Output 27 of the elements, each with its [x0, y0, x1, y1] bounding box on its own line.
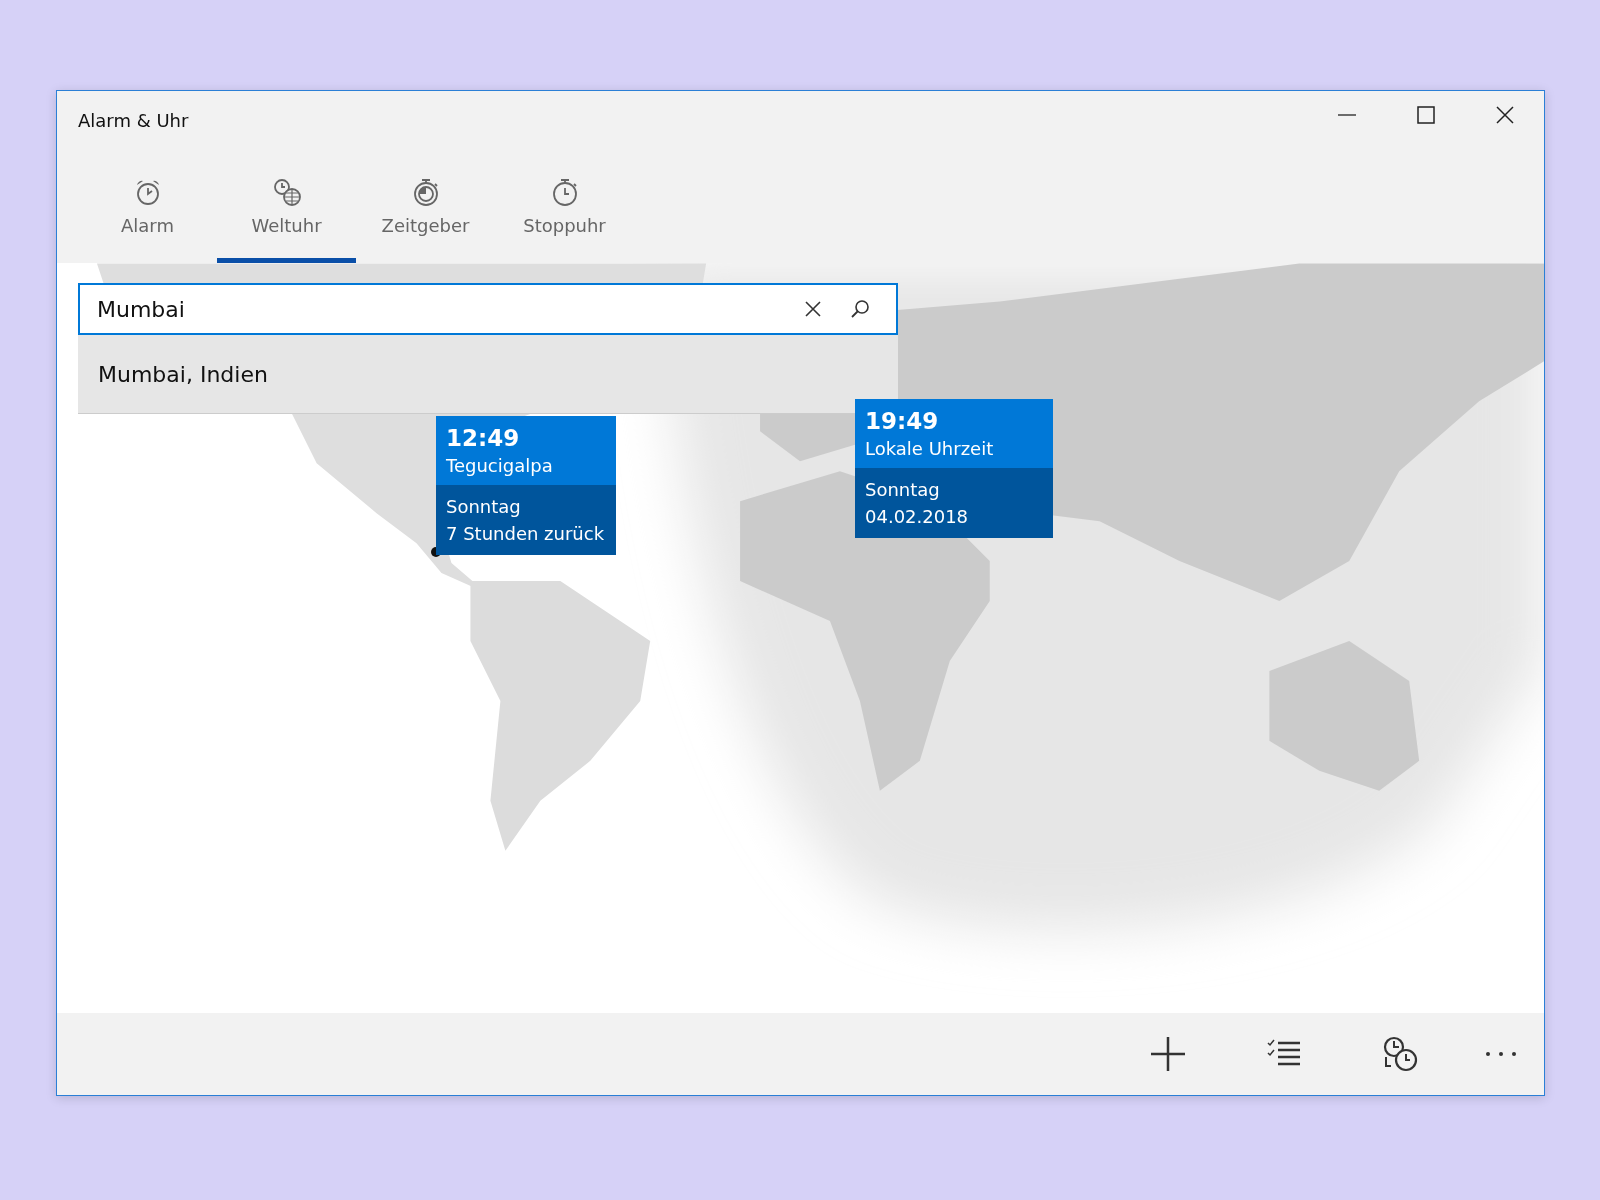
search-icon[interactable] — [849, 298, 871, 320]
clock-card[interactable]: 12:49 Tegucigalpa Sonntag 7 Stunden zurück — [436, 416, 616, 555]
clock-detail: 04.02.2018 — [865, 505, 970, 529]
window-title: Alarm & Uhr — [78, 109, 189, 131]
maximize-icon — [1416, 106, 1435, 124]
search-input[interactable]: Mumbai — [80, 296, 802, 322]
tab[interactable]: Stoppuhr — [495, 147, 634, 263]
city-name: Lokale Uhrzeit — [865, 437, 995, 461]
clock-detail: 7 Stunden zurück — [446, 522, 606, 546]
minimize-icon — [1337, 114, 1356, 116]
tab[interactable]: Weltuhr — [217, 147, 356, 263]
suggestion-item[interactable]: Mumbai, Indien — [78, 335, 898, 413]
weekday: Sonntag — [865, 478, 941, 502]
tab[interactable]: Alarm — [78, 147, 217, 263]
clock-card[interactable]: 19:49 Lokale Uhrzeit Sonntag 04.02.2018 — [855, 399, 1053, 538]
clock-card-header[interactable]: 19:49 Lokale Uhrzeit — [855, 399, 1053, 468]
close-icon — [1495, 106, 1514, 124]
city-name: Tegucigalpa — [446, 454, 554, 478]
clock-globe-icon — [271, 177, 302, 207]
clock-time: 12:49 — [446, 424, 521, 452]
tab[interactable]: Zeitgeber — [356, 147, 495, 263]
search-field[interactable]: Mumbai — [78, 283, 898, 335]
weekday: Sonntag — [446, 495, 522, 519]
plus-icon — [1149, 1035, 1187, 1073]
clocks-icon — [1381, 1035, 1419, 1073]
more-icon — [1486, 1052, 1516, 1056]
clock-card-header[interactable]: 12:49 Tegucigalpa — [436, 416, 616, 485]
